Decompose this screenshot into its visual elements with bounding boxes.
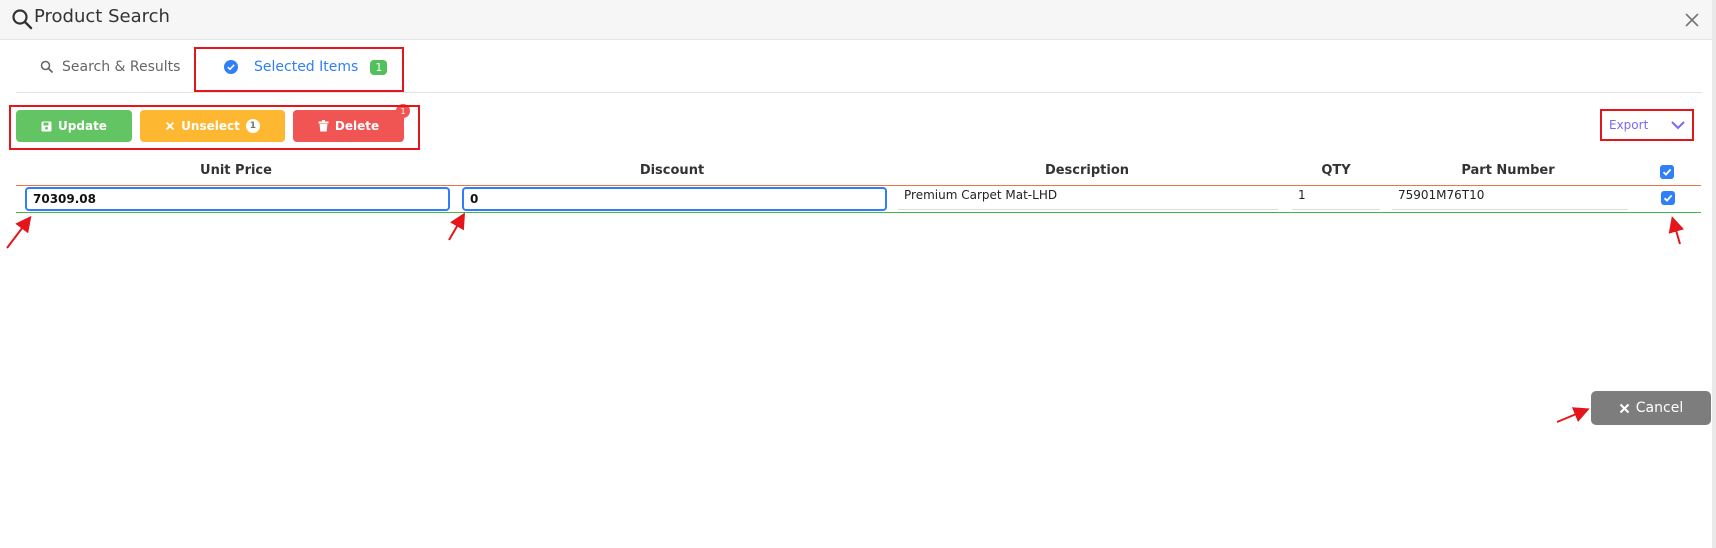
annotation-arrows (6, 212, 1685, 423)
annotation-arrow (1556, 407, 1590, 423)
annotation-arrow (448, 212, 466, 241)
annotation-arrow (6, 215, 32, 249)
annotation-arrow (1668, 216, 1685, 245)
